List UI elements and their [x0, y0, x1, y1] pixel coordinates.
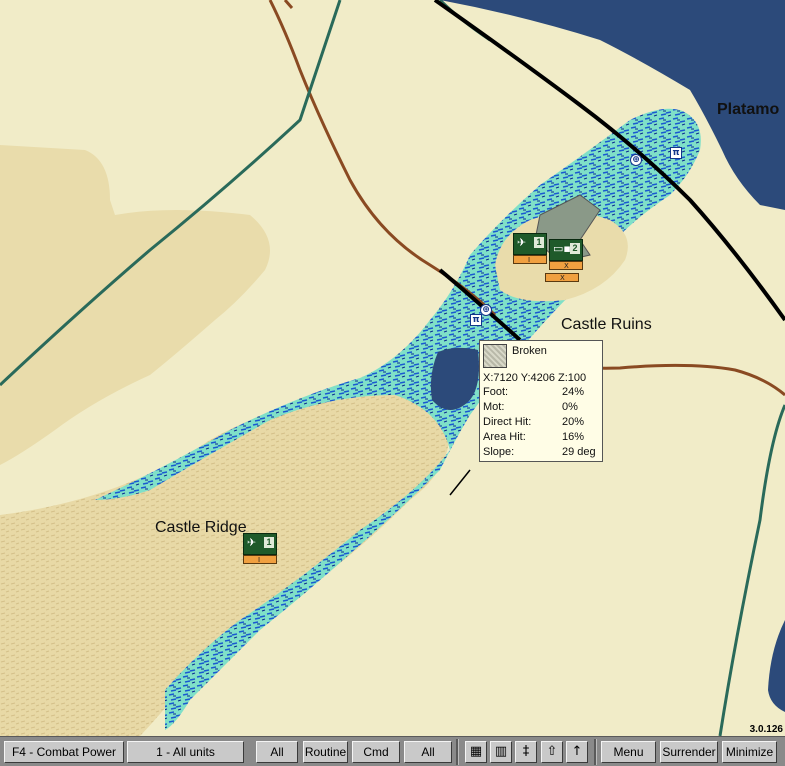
cmd-button[interactable]: Cmd	[352, 741, 400, 763]
game-window: Platamo Castle Ruins Castle Ridge ⊕ π ⊕ …	[0, 0, 785, 766]
routine-button[interactable]: Routine	[303, 741, 348, 763]
minimize-button[interactable]: Minimize	[722, 741, 777, 763]
objective-flag-icon[interactable]: π	[470, 314, 482, 326]
infantry-icon: ✈	[517, 236, 527, 249]
terrain-tooltip: Broken X:7120 Y:4206 Z:100 Foot: 24% Mot:…	[479, 340, 603, 462]
all-button[interactable]: All	[404, 741, 452, 763]
unit-number: 1	[534, 237, 544, 248]
hq-icon: ▭▪	[553, 242, 571, 255]
label-castle-ruins: Castle Ruins	[561, 316, 652, 333]
objective-flag-icon[interactable]: π	[670, 147, 682, 159]
terrain-info-icon[interactable]: ‡	[515, 741, 537, 763]
combat-power-button[interactable]: F4 - Combat Power	[4, 741, 124, 763]
unit-size: I	[528, 256, 531, 264]
bottom-toolbar: F4 - Combat Power 1 - All units All Rout…	[0, 736, 785, 766]
label-platamon: Platamo	[717, 101, 780, 118]
objective-up-icon[interactable]: ⇧	[541, 741, 563, 763]
units-filter-button[interactable]: 1 - All units	[127, 741, 244, 763]
version-label: 3.0.126	[749, 724, 783, 735]
unit-counter[interactable]: ✈ 1 I	[243, 533, 277, 564]
unit-number: 1	[264, 537, 274, 548]
arrow-up-icon[interactable]: ↑	[566, 741, 588, 763]
unit-counter[interactable]: ▭▪ 2 X	[549, 239, 583, 270]
terrain-swatch	[483, 344, 507, 368]
toolbar-separator	[594, 739, 597, 765]
unit-number: 2	[570, 243, 580, 254]
unit-size: I	[258, 556, 261, 564]
bridge-icon[interactable]: ⊕	[630, 154, 642, 166]
terrain-type: Broken	[512, 345, 547, 357]
infantry-icon: ✈	[247, 536, 257, 549]
unit-size: X	[564, 262, 569, 270]
surrender-button[interactable]: Surrender	[660, 741, 718, 763]
all-units-button[interactable]: All	[256, 741, 298, 763]
unit-display-icon[interactable]: ▥	[490, 741, 512, 763]
toolbar-separator	[456, 739, 459, 765]
terrain-coordinates: X:7120 Y:4206 Z:100	[483, 372, 587, 384]
grid-icon[interactable]: ▦	[465, 741, 487, 763]
unit-size: X	[560, 274, 565, 282]
label-castle-ridge: Castle Ridge	[155, 519, 247, 536]
unit-counter[interactable]: ✈ 1 I	[513, 233, 547, 264]
tactical-map[interactable]	[0, 0, 785, 736]
menu-button[interactable]: Menu	[601, 741, 656, 763]
